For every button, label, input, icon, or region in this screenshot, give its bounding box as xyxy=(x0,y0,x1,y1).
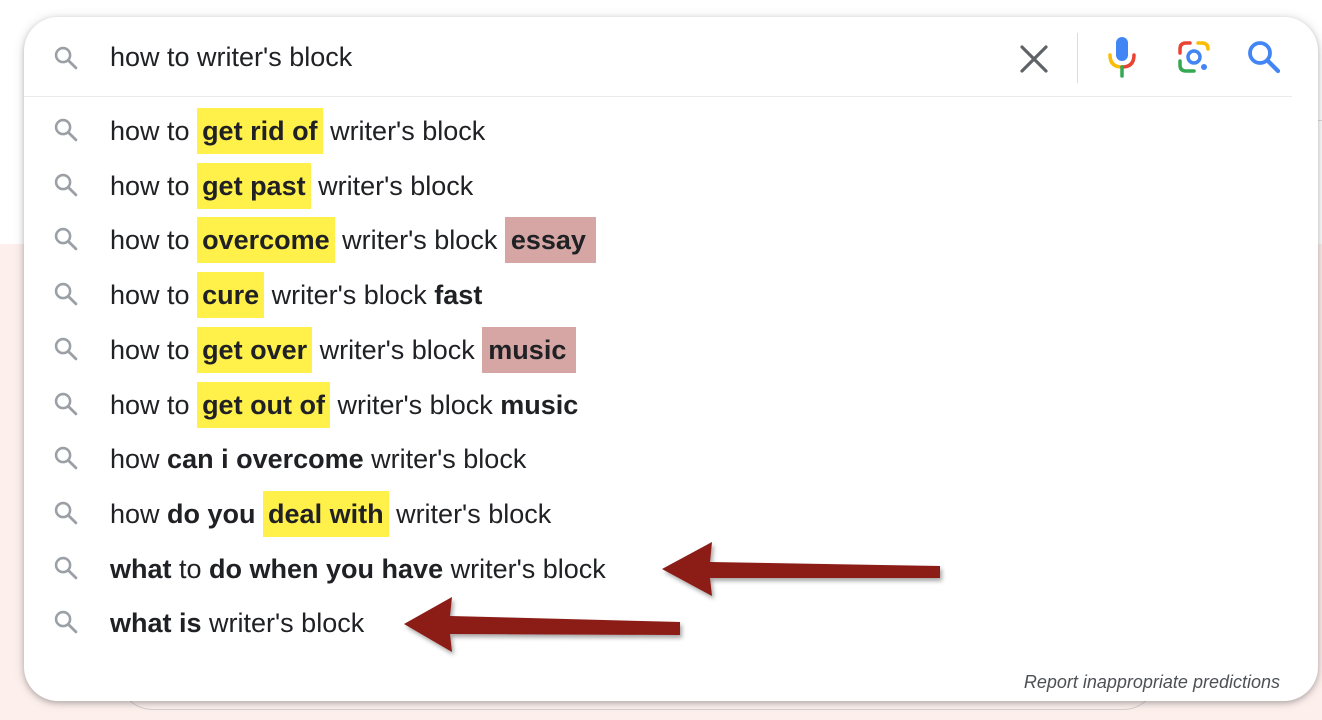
suggestion-segment: writer's block xyxy=(330,389,501,420)
suggestion-segment: fast xyxy=(434,280,483,311)
voice-search-button[interactable] xyxy=(1104,35,1140,79)
suggestion-item[interactable]: how can i overcome writer's block xyxy=(24,431,1318,485)
suggestion-segment: writer's block xyxy=(201,608,365,639)
suggestion-text: how to get rid of writer's block xyxy=(110,108,485,154)
close-icon xyxy=(1020,45,1048,73)
search-input[interactable] xyxy=(110,37,990,77)
highlighted-term: get rid of xyxy=(197,108,323,154)
microphone-icon xyxy=(1108,37,1136,78)
suggestion-segment: what is xyxy=(110,608,202,639)
suggestion-item[interactable]: how to cure writer's block fast xyxy=(24,267,1318,321)
search-icon xyxy=(54,46,78,70)
suggestion-text: how to get out of writer's block music xyxy=(110,381,579,428)
image-search-button[interactable] xyxy=(1174,37,1214,77)
suggestion-segment: writer's block xyxy=(312,334,483,365)
search-icon xyxy=(54,118,78,142)
highlighted-term: music xyxy=(482,326,577,373)
search-icon xyxy=(1248,41,1281,74)
suggestion-item[interactable]: what is writer's block xyxy=(24,595,1318,649)
search-bar-divider xyxy=(1077,33,1078,83)
highlighted-term: get past xyxy=(197,162,311,209)
highlighted-term: deal with xyxy=(263,490,389,537)
suggestion-item[interactable]: how to overcome writer's block essay xyxy=(24,212,1318,266)
suggestion-segment: writer's block xyxy=(388,498,552,529)
search-autocomplete-panel: how to get rid of writer's blockhow to g… xyxy=(24,17,1318,701)
suggestion-segment: to xyxy=(171,553,210,584)
suggestion-item[interactable]: how to get rid of writer's block xyxy=(24,103,1318,157)
clear-search-button[interactable] xyxy=(1014,39,1054,79)
search-icon xyxy=(54,282,78,306)
search-bar xyxy=(24,17,1318,97)
search-icon xyxy=(54,556,78,579)
suggestion-segment: writer's block xyxy=(322,116,486,146)
search-icon xyxy=(54,611,78,634)
suggestion-item[interactable]: how to get over writer's block music xyxy=(24,322,1318,376)
search-icon xyxy=(54,337,78,361)
suggestion-segment: how to xyxy=(110,170,198,201)
suggestion-segment: writer's block xyxy=(443,553,606,584)
suggestion-segment: do you xyxy=(167,498,264,529)
suggestion-segment: what xyxy=(110,553,172,584)
highlighted-term: cure xyxy=(197,272,265,319)
suggestion-text: how to get past writer's block xyxy=(110,162,474,209)
search-icon xyxy=(54,501,78,525)
search-icon xyxy=(54,173,78,197)
search-icon xyxy=(54,392,78,415)
suggestion-segment: how to xyxy=(110,225,198,256)
search-submit-button[interactable] xyxy=(1244,37,1284,77)
highlighted-term: get over xyxy=(197,326,313,373)
google-lens-icon xyxy=(1178,41,1210,73)
highlighted-term: essay xyxy=(504,217,596,264)
search-icon xyxy=(54,228,78,251)
suggestion-segment: writer's block xyxy=(310,170,474,201)
suggestion-text: how to get over writer's block music xyxy=(110,326,577,373)
report-predictions-link[interactable]: Report inappropriate predictions xyxy=(1024,672,1280,693)
suggestion-item[interactable]: how to get out of writer's block music xyxy=(24,377,1318,431)
suggestion-segment: writer's block xyxy=(264,280,435,311)
suggestion-text: how to cure writer's block fast xyxy=(110,272,483,319)
suggestion-text: what is writer's block xyxy=(110,600,364,646)
suggestion-item[interactable]: how to get past writer's block xyxy=(24,158,1318,212)
suggestion-segment: how to xyxy=(110,389,198,420)
suggestion-text: what to do when you have writer's block xyxy=(110,546,606,592)
suggestion-segment: how to xyxy=(110,116,198,146)
suggestion-segment: do when you have xyxy=(209,553,444,584)
suggestion-segment: music xyxy=(500,389,579,420)
suggestion-segment: how xyxy=(110,444,168,475)
suggestion-segment: writer's block xyxy=(334,225,505,256)
suggestion-text: how can i overcome writer's block xyxy=(110,436,526,482)
suggestion-text: how to overcome writer's block essay xyxy=(110,217,596,264)
highlighted-term: get out of xyxy=(197,381,331,428)
suggestion-item[interactable]: how do you deal with writer's block xyxy=(24,486,1318,540)
suggestion-segment: how xyxy=(110,498,168,529)
suggestion-text: how do you deal with writer's block xyxy=(110,490,552,537)
search-divider xyxy=(24,96,1292,97)
suggestion-item[interactable]: what to do when you have writer's block xyxy=(24,541,1318,595)
suggestion-segment: how to xyxy=(110,280,198,311)
suggestion-segment: can i overcome xyxy=(167,444,364,475)
suggestion-segment: how to xyxy=(110,334,198,365)
search-icon xyxy=(54,446,78,470)
highlighted-term: overcome xyxy=(197,217,335,264)
suggestion-segment: writer's block xyxy=(363,444,527,475)
